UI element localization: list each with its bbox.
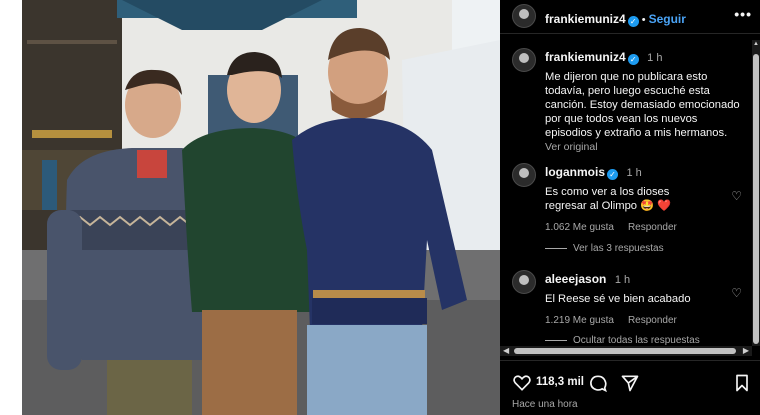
comment-username[interactable]: aleeejason bbox=[545, 272, 606, 286]
comment-body: loganmois ✓ 1 h Es como ver a los dioses … bbox=[545, 163, 741, 233]
reply-button[interactable]: Responder bbox=[628, 315, 677, 326]
comment-text: El Reese sé ve bien acabado bbox=[545, 293, 691, 305]
verified-badge-icon: ✓ bbox=[627, 16, 639, 27]
heart-icon[interactable] bbox=[512, 373, 532, 393]
author-avatar[interactable] bbox=[512, 4, 536, 28]
separator-dot: • bbox=[641, 14, 646, 26]
comment-icon[interactable] bbox=[588, 373, 608, 393]
share-icon[interactable] bbox=[620, 373, 640, 393]
author-avatar[interactable] bbox=[512, 48, 536, 72]
heart-icon[interactable]: ♡ bbox=[731, 189, 742, 203]
more-icon[interactable]: ••• bbox=[734, 6, 752, 22]
scroll-right-arrow-icon[interactable]: ▶ bbox=[743, 346, 749, 356]
comments-horizontal-scrollbar[interactable]: ◀ ▶ bbox=[500, 346, 752, 356]
commenter-avatar[interactable] bbox=[512, 163, 536, 187]
see-original-link[interactable]: Ver original bbox=[545, 141, 741, 153]
comment-text: Es como ver a los dioses regresar al Oli… bbox=[545, 186, 672, 212]
caption-header: frankiemuniz4 ✓ 1 h bbox=[545, 48, 741, 66]
scroll-left-arrow-icon[interactable]: ◀ bbox=[503, 346, 509, 356]
post-photo[interactable] bbox=[22, 0, 500, 415]
page-margin bbox=[0, 0, 22, 415]
scrollbar-thumb[interactable] bbox=[514, 348, 736, 354]
hide-replies-button[interactable]: Ocultar todas las respuestas bbox=[545, 335, 700, 345]
comment-time: 1 h bbox=[614, 274, 631, 286]
post-header: frankiemuniz4 ✓ • Seguir ••• bbox=[500, 0, 760, 34]
comments-vertical-scrollbar[interactable]: ▲ bbox=[752, 40, 760, 346]
reply-button[interactable]: Responder bbox=[628, 222, 677, 233]
photo-illustration bbox=[22, 0, 500, 415]
comment-time: 1 h bbox=[626, 167, 642, 179]
comment-header: aleeejason 1 h bbox=[545, 270, 741, 288]
comment-actions: 1.219 Me gusta Responder bbox=[545, 315, 741, 326]
view-replies-button[interactable]: Ver las 3 respuestas bbox=[545, 243, 664, 254]
scrollbar-thumb[interactable] bbox=[753, 54, 759, 344]
verified-badge-icon: ✓ bbox=[627, 54, 639, 65]
heart-icon[interactable]: ♡ bbox=[731, 286, 742, 300]
comment-likes[interactable]: 1.062 Me gusta bbox=[545, 222, 614, 233]
comment-likes[interactable]: 1.219 Me gusta bbox=[545, 315, 614, 326]
follow-button[interactable]: Seguir bbox=[649, 12, 686, 26]
post-actions-bar: 118,3 mil Hace una hora bbox=[500, 360, 760, 415]
comment-header: loganmois ✓ 1 h bbox=[545, 163, 741, 181]
caption-text: Me dijeron que no publicara esto todavía… bbox=[545, 71, 740, 139]
post-timestamp: Hace una hora bbox=[512, 399, 578, 410]
caption-body: frankiemuniz4 ✓ 1 h Me dijeron que no pub… bbox=[545, 48, 741, 153]
scroll-up-arrow-icon[interactable]: ▲ bbox=[752, 41, 760, 47]
caption-username[interactable]: frankiemuniz4 bbox=[545, 50, 626, 64]
comments-list[interactable]: frankiemuniz4 ✓ 1 h Me dijeron que no pub… bbox=[500, 40, 752, 345]
likes-count[interactable]: 118,3 mil bbox=[536, 376, 584, 388]
caption-time: 1 h bbox=[647, 52, 663, 64]
comment-body: aleeejason 1 h El Reese sé ve bien acaba… bbox=[545, 270, 741, 326]
comment-actions: 1.062 Me gusta Responder bbox=[545, 222, 741, 233]
comment-username[interactable]: loganmois bbox=[545, 165, 605, 179]
header-user-row: frankiemuniz4 ✓ • Seguir bbox=[545, 10, 686, 28]
author-username[interactable]: frankiemuniz4 bbox=[545, 12, 626, 26]
bookmark-icon[interactable] bbox=[732, 373, 752, 393]
verified-badge-icon: ✓ bbox=[607, 169, 619, 180]
commenter-avatar[interactable] bbox=[512, 270, 536, 294]
